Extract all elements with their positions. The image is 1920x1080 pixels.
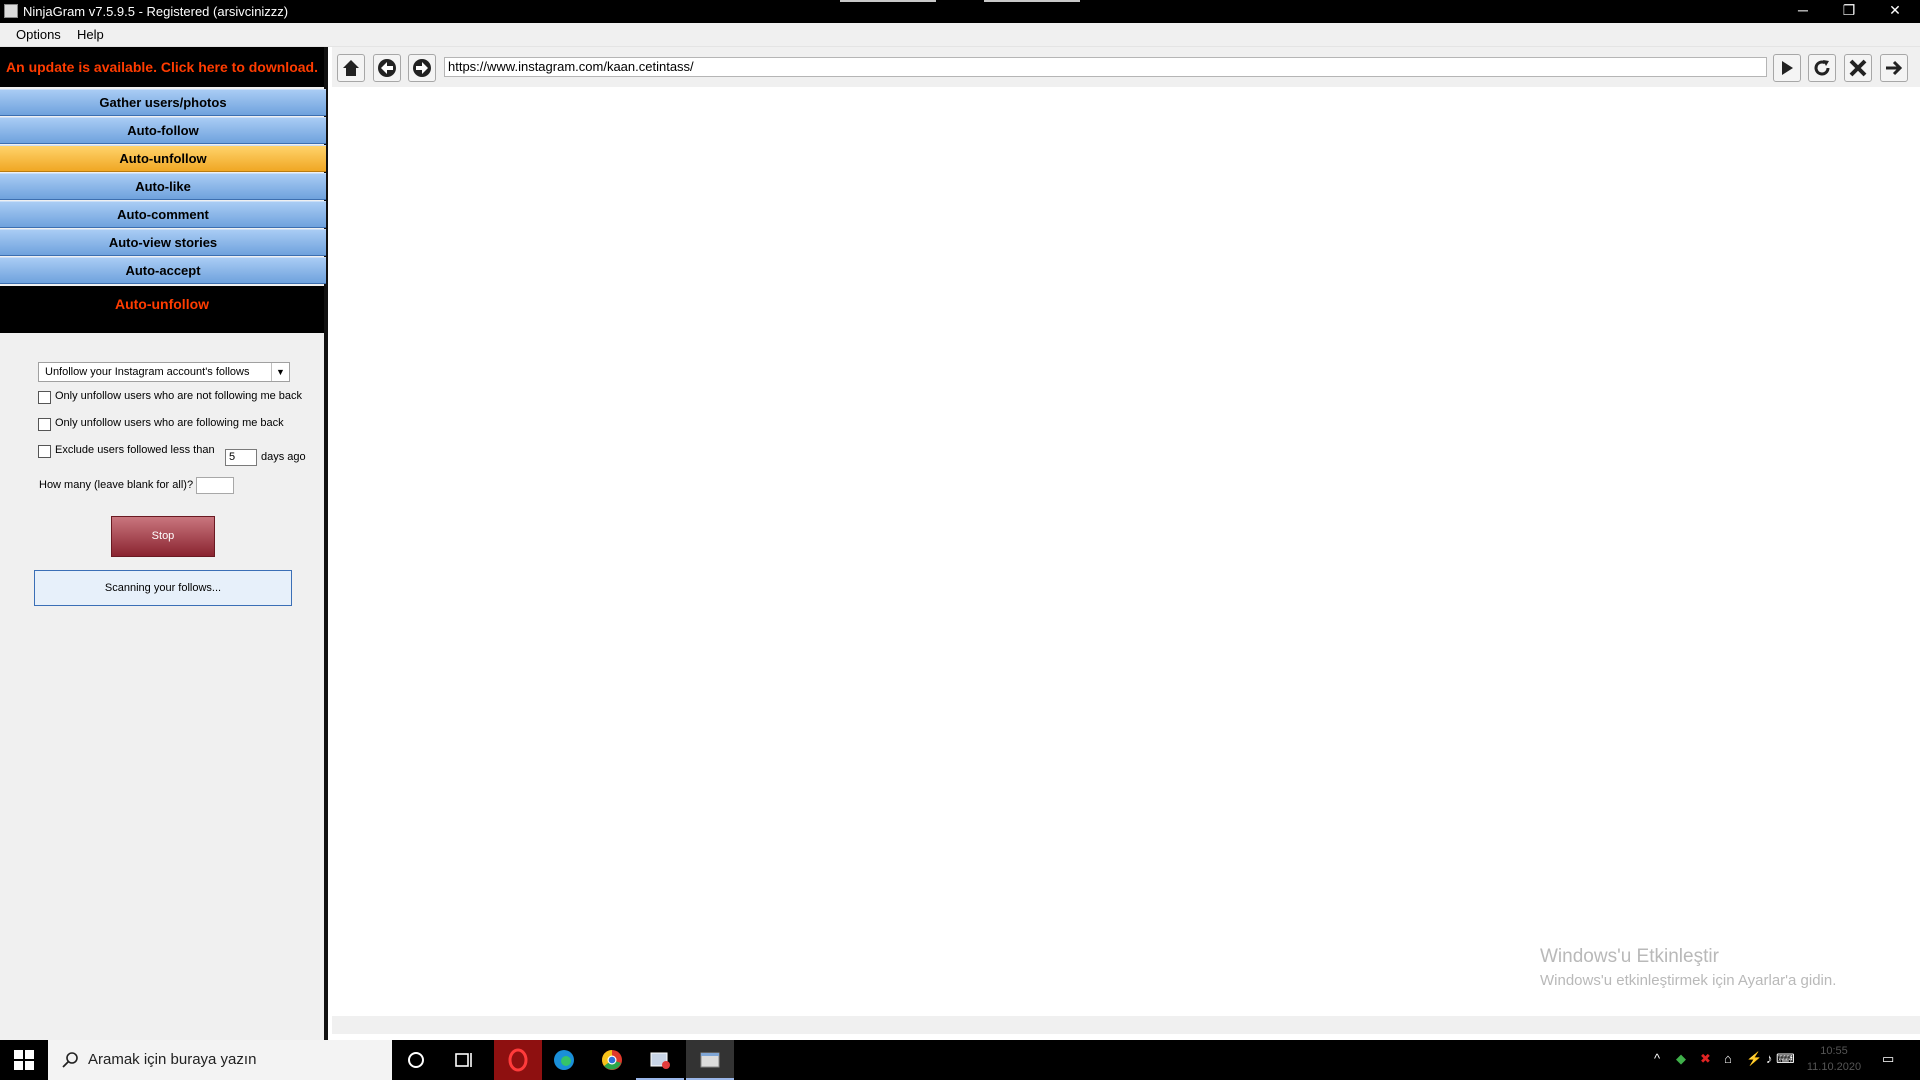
network-globe-icon[interactable]: ◆ xyxy=(1676,1051,1686,1067)
nav-auto-view-stories[interactable]: Auto-view stories xyxy=(0,229,326,256)
browser-panel: https://www.instagram.com/kaan.cetintass… xyxy=(332,47,1920,1040)
browser-toolbar: https://www.instagram.com/kaan.cetintass… xyxy=(332,47,1920,87)
taskbar-ninjagram[interactable] xyxy=(686,1040,734,1080)
search-placeholder: Aramak için buraya yazın xyxy=(88,1051,257,1068)
taskbar-edge[interactable] xyxy=(540,1040,588,1080)
section-title: Auto-unfollow xyxy=(0,286,324,333)
notification-icon[interactable]: ▭ xyxy=(1882,1051,1894,1067)
update-banner[interactable]: An update is available. Click here to do… xyxy=(0,47,324,87)
edge-icon xyxy=(554,1050,574,1070)
nav-auto-follow[interactable]: Auto-follow xyxy=(0,117,326,144)
close-button[interactable]: ✕ xyxy=(1872,0,1918,23)
home-icon xyxy=(343,60,359,76)
unfollow-mode-value: Unfollow your Instagram account's follow… xyxy=(45,366,250,378)
forward-icon xyxy=(413,59,431,77)
option-label: Only unfollow users who are following me… xyxy=(55,417,284,429)
stop-button[interactable]: Stop xyxy=(111,516,215,557)
cortana-icon xyxy=(408,1052,424,1068)
checkbox-not-following-back[interactable] xyxy=(38,391,51,404)
taskbar-opera[interactable] xyxy=(494,1040,542,1080)
title-bar: NinjaGram v7.5.9.5 - Registered (arsivci… xyxy=(0,0,1920,23)
windows-logo-icon xyxy=(14,1050,34,1070)
checkbox-exclude-recent[interactable] xyxy=(38,445,51,458)
chevron-up-icon[interactable]: ^ xyxy=(1654,1051,1660,1066)
menu-help[interactable]: Help xyxy=(77,27,104,42)
menu-bar: Options Help xyxy=(0,23,1920,47)
ninjagram-icon xyxy=(700,1052,720,1068)
start-button[interactable] xyxy=(0,1040,48,1080)
search-icon xyxy=(62,1052,78,1068)
days-suffix-label: days ago xyxy=(261,451,306,463)
home-button[interactable] xyxy=(337,54,365,82)
chrome-icon xyxy=(602,1050,622,1070)
clock-date: 11.10.2020 xyxy=(1806,1061,1862,1073)
days-input[interactable]: 5 xyxy=(225,449,257,466)
app-icon xyxy=(4,4,18,18)
nav-auto-comment[interactable]: Auto-comment xyxy=(0,201,326,228)
back-button[interactable] xyxy=(373,54,401,82)
taskbar: Aramak için buraya yazın ^ ◆ ✖ ⌂ ⚡ ♪ ⌨ 1… xyxy=(0,1040,1920,1080)
back-icon xyxy=(378,59,396,77)
exit-button[interactable] xyxy=(1880,54,1908,82)
minimize-button[interactable]: ─ xyxy=(1780,0,1826,23)
clock[interactable]: 10:55 11.10.2020 xyxy=(1798,1043,1870,1075)
how-many-input[interactable] xyxy=(196,477,234,494)
volume-icon[interactable]: ♪ xyxy=(1766,1051,1773,1066)
exit-icon xyxy=(1886,60,1903,76)
unfollow-mode-select[interactable]: Unfollow your Instagram account's follow… xyxy=(38,362,290,382)
url-input[interactable]: https://www.instagram.com/kaan.cetintass… xyxy=(444,57,1767,77)
clock-time: 10:55 xyxy=(1820,1045,1848,1057)
nav-auto-accept[interactable]: Auto-accept xyxy=(0,257,326,284)
watermark-line2: Windows'u etkinleştirmek için Ayarlar'a … xyxy=(1540,972,1837,989)
nav-auto-like[interactable]: Auto-like xyxy=(0,173,326,200)
horizontal-scrollbar[interactable] xyxy=(332,1016,1920,1034)
refresh-icon xyxy=(1814,60,1830,76)
how-many-label: How many (leave blank for all)? xyxy=(39,479,194,491)
stop-load-button[interactable] xyxy=(1844,54,1872,82)
title-drag-mark xyxy=(840,0,936,2)
taskbar-chrome[interactable] xyxy=(588,1040,636,1080)
forward-button[interactable] xyxy=(408,54,436,82)
go-icon xyxy=(1782,61,1793,75)
taskbar-search[interactable]: Aramak için buraya yazın xyxy=(48,1040,392,1080)
opera-icon xyxy=(508,1048,528,1072)
go-button[interactable] xyxy=(1773,54,1801,82)
left-panel: An update is available. Click here to do… xyxy=(0,47,328,1040)
option-label: Only unfollow users who are not followin… xyxy=(55,390,303,402)
web-page-view[interactable] xyxy=(332,87,1920,1016)
task-view-icon xyxy=(455,1053,472,1067)
window-title: NinjaGram v7.5.9.5 - Registered (arsivci… xyxy=(23,4,289,19)
watermark-line1: Windows'u Etkinleştir xyxy=(1540,946,1719,967)
nav-gather-users-photos[interactable]: Gather users/photos xyxy=(0,89,326,116)
power-plug-icon[interactable]: ⚡ xyxy=(1746,1051,1762,1067)
nav-auto-unfollow[interactable]: Auto-unfollow xyxy=(0,145,326,172)
keyboard-icon[interactable]: ⌨ xyxy=(1776,1051,1798,1067)
security-alert-icon[interactable]: ✖ xyxy=(1700,1051,1711,1067)
app-window-icon xyxy=(650,1052,670,1069)
title-drag-mark xyxy=(984,0,1080,2)
activation-watermark: Windows'u Etkinleştir Windows'u etkinleş… xyxy=(1540,946,1836,989)
option-label: Exclude users followed less than xyxy=(55,444,215,456)
refresh-button[interactable] xyxy=(1808,54,1836,82)
checkbox-following-back[interactable] xyxy=(38,418,51,431)
cortana-button[interactable] xyxy=(392,1040,440,1080)
chevron-down-icon[interactable]: ▼ xyxy=(271,363,289,381)
stop-icon xyxy=(1849,59,1867,77)
taskbar-app[interactable] xyxy=(636,1040,684,1080)
status-box: Scanning your follows... xyxy=(34,570,292,606)
wifi-icon[interactable]: ⌂ xyxy=(1724,1051,1732,1066)
restore-button[interactable]: ❐ xyxy=(1826,0,1872,23)
task-view-button[interactable] xyxy=(440,1040,488,1080)
menu-options[interactable]: Options xyxy=(16,27,61,42)
